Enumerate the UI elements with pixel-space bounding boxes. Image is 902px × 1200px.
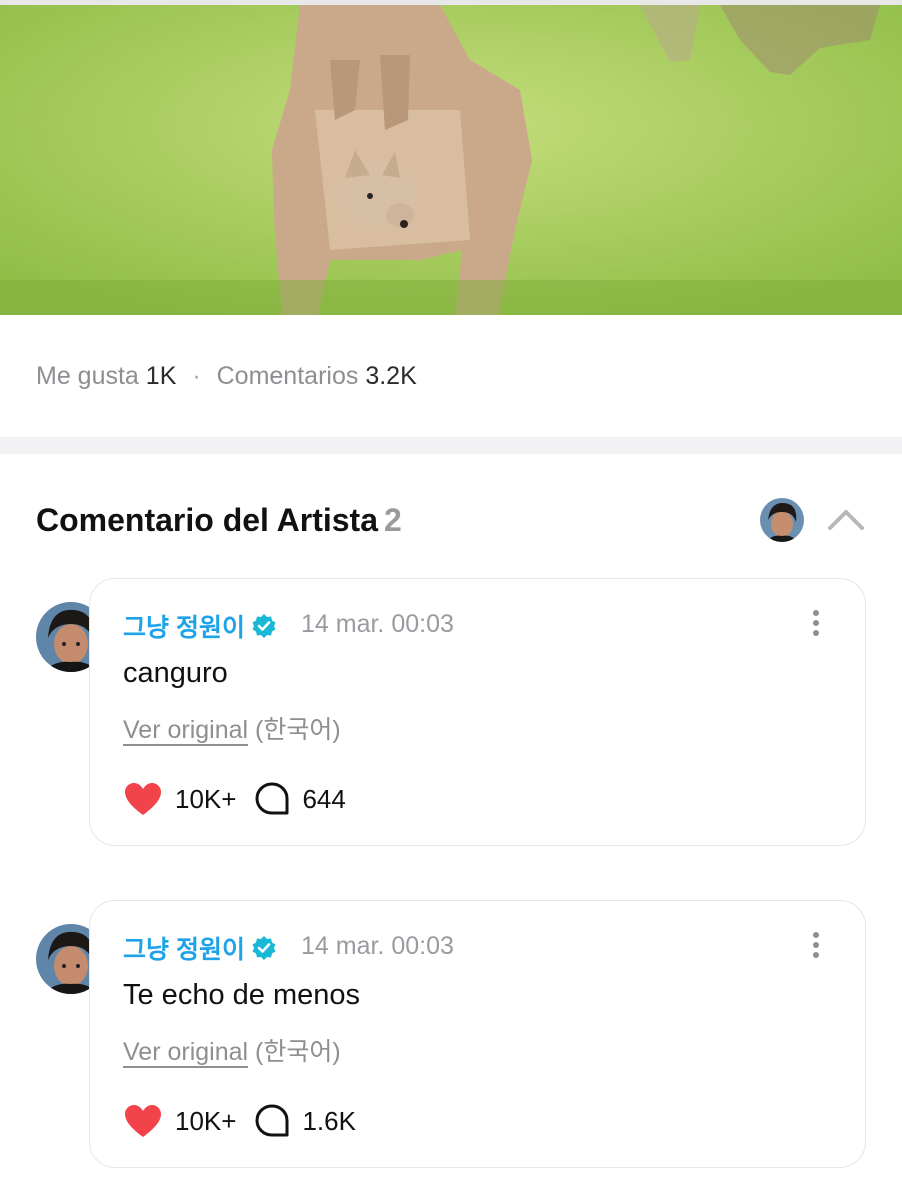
translation-info: Ver original (한국어) bbox=[123, 710, 341, 746]
chevron-up-icon bbox=[828, 510, 864, 530]
section-count: 2 bbox=[383, 502, 402, 538]
artist-avatar[interactable] bbox=[760, 498, 804, 542]
more-vertical-icon bbox=[813, 610, 819, 636]
verified-badge-icon bbox=[252, 614, 276, 638]
artist-comment: 그냥 정원이 14 mar. 00:03 Te echo de menos Ve… bbox=[36, 900, 866, 1168]
comment-actions: 10K+ 1.6K bbox=[123, 1101, 356, 1141]
verified-badge-icon bbox=[252, 936, 276, 960]
likes-label: Me gusta bbox=[36, 362, 139, 390]
reply-count[interactable]: 644 bbox=[302, 784, 345, 815]
reply-bubble-icon[interactable] bbox=[254, 781, 290, 817]
original-language: (한국어) bbox=[255, 716, 341, 744]
likes-count[interactable]: 1K bbox=[146, 362, 177, 390]
comment-author[interactable]: 그냥 정원이 bbox=[123, 608, 277, 644]
avatar-image bbox=[760, 498, 804, 542]
more-options-button[interactable] bbox=[806, 607, 826, 639]
translation-info: Ver original (한국어) bbox=[123, 1032, 341, 1068]
comments-label: Comentarios bbox=[216, 362, 359, 390]
post-stats: Me gusta 1K · Comentarios 3.2K bbox=[36, 362, 417, 391]
section-divider bbox=[0, 437, 902, 454]
more-vertical-icon bbox=[813, 932, 819, 958]
comment-text: canguro bbox=[123, 657, 228, 689]
comment-card: 그냥 정원이 14 mar. 00:03 Te echo de menos Ve… bbox=[89, 900, 866, 1168]
comments-count[interactable]: 3.2K bbox=[365, 362, 416, 390]
see-original-link[interactable]: Ver original bbox=[123, 716, 248, 744]
more-options-button[interactable] bbox=[806, 929, 826, 961]
heart-icon[interactable] bbox=[123, 1103, 163, 1139]
comment-actions: 10K+ 644 bbox=[123, 779, 346, 819]
comment-card: 그냥 정원이 14 mar. 00:03 canguro Ver origina… bbox=[89, 578, 866, 846]
comment-author[interactable]: 그냥 정원이 bbox=[123, 930, 277, 966]
like-count: 10K+ bbox=[175, 783, 237, 814]
original-language: (한국어) bbox=[255, 1038, 341, 1066]
kangaroo-illustration bbox=[0, 0, 902, 315]
heart-icon[interactable] bbox=[123, 781, 163, 817]
reply-bubble-icon[interactable] bbox=[254, 1103, 290, 1139]
see-original-link[interactable]: Ver original bbox=[123, 1038, 248, 1066]
post-photo[interactable] bbox=[0, 0, 902, 315]
reply-count[interactable]: 1.6K bbox=[302, 1106, 356, 1137]
stats-separator: · bbox=[192, 362, 201, 390]
author-name[interactable]: 그냥 정원이 bbox=[123, 608, 245, 644]
like-count: 10K+ bbox=[175, 1105, 237, 1136]
artist-comments-title: Comentario del Artista 2 bbox=[36, 502, 402, 539]
author-name[interactable]: 그냥 정원이 bbox=[123, 930, 245, 966]
comment-text: Te echo de menos bbox=[123, 979, 360, 1011]
comment-timestamp: 14 mar. 00:03 bbox=[301, 610, 454, 638]
section-title-text: Comentario del Artista bbox=[36, 502, 378, 538]
artist-comment: 그냥 정원이 14 mar. 00:03 canguro Ver origina… bbox=[36, 578, 866, 846]
comment-timestamp: 14 mar. 00:03 bbox=[301, 932, 454, 960]
collapse-button[interactable] bbox=[826, 502, 866, 536]
